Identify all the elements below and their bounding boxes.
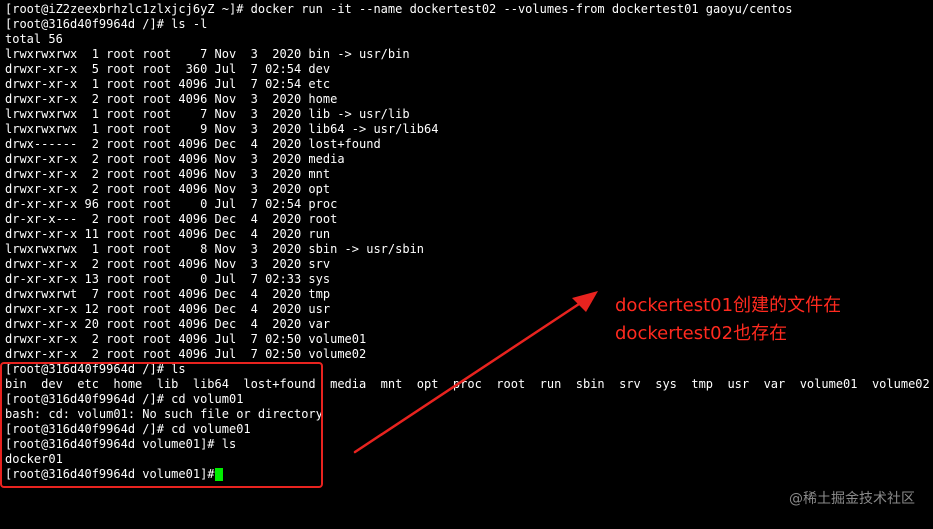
terminal-line: drwxr-xr-x 2 root root 4096 Jul 7 02:50 … [5,347,367,361]
watermark: @稀土掘金技术社区 [789,491,915,507]
terminal-line: [root@iZ2zeexbrhzlc1zlxjcj6yZ ~]# docker… [5,2,793,16]
annotation-text-line-2: dockertest02也存在 [615,323,788,344]
terminal-line: lrwxrwxrwx 1 root root 7 Nov 3 2020 bin … [5,47,410,61]
terminal-line: lrwxrwxrwx 1 root root 7 Nov 3 2020 lib … [5,107,410,121]
terminal-window[interactable]: [root@iZ2zeexbrhzlc1zlxjcj6yZ ~]# docker… [0,0,933,529]
terminal-line: total 56 [5,32,63,46]
terminal-line: drwxr-xr-x 2 root root 4096 Nov 3 2020 h… [5,92,338,106]
highlight-box [0,362,323,488]
terminal-line: drwxrwxrwt 7 root root 4096 Dec 4 2020 t… [5,287,331,301]
terminal-line: drwxr-xr-x 2 root root 4096 Nov 3 2020 m… [5,167,331,181]
terminal-line: drwxr-xr-x 2 root root 4096 Nov 3 2020 s… [5,257,331,271]
terminal-line: lrwxrwxrwx 1 root root 8 Nov 3 2020 sbin… [5,242,425,256]
terminal-line: drwxr-xr-x 2 root root 4096 Nov 3 2020 m… [5,152,345,166]
terminal-line: drwxr-xr-x 1 root root 4096 Jul 7 02:54 … [5,77,331,91]
terminal-line: drwxr-xr-x 2 root root 4096 Nov 3 2020 o… [5,182,331,196]
terminal-line: [root@316d40f9964d /]# ls -l [5,17,208,31]
terminal-line: dr-xr-x--- 2 root root 4096 Dec 4 2020 r… [5,212,338,226]
terminal-line: drwxr-xr-x 2 root root 4096 Jul 7 02:50 … [5,332,367,346]
terminal-line: drwxr-xr-x 20 root root 4096 Dec 4 2020 … [5,317,331,331]
terminal-line: drwx------ 2 root root 4096 Dec 4 2020 l… [5,137,381,151]
terminal-line: lrwxrwxrwx 1 root root 9 Nov 3 2020 lib6… [5,122,439,136]
annotation-text-line-1: dockertest01创建的文件在 [615,295,842,316]
terminal-line: dr-xr-xr-x 13 root root 0 Jul 7 02:33 sy… [5,272,331,286]
terminal-line: drwxr-xr-x 12 root root 4096 Dec 4 2020 … [5,302,331,316]
terminal-line: drwxr-xr-x 11 root root 4096 Dec 4 2020 … [5,227,331,241]
terminal-line: drwxr-xr-x 5 root root 360 Jul 7 02:54 d… [5,62,331,76]
terminal-line: dr-xr-xr-x 96 root root 0 Jul 7 02:54 pr… [5,197,338,211]
